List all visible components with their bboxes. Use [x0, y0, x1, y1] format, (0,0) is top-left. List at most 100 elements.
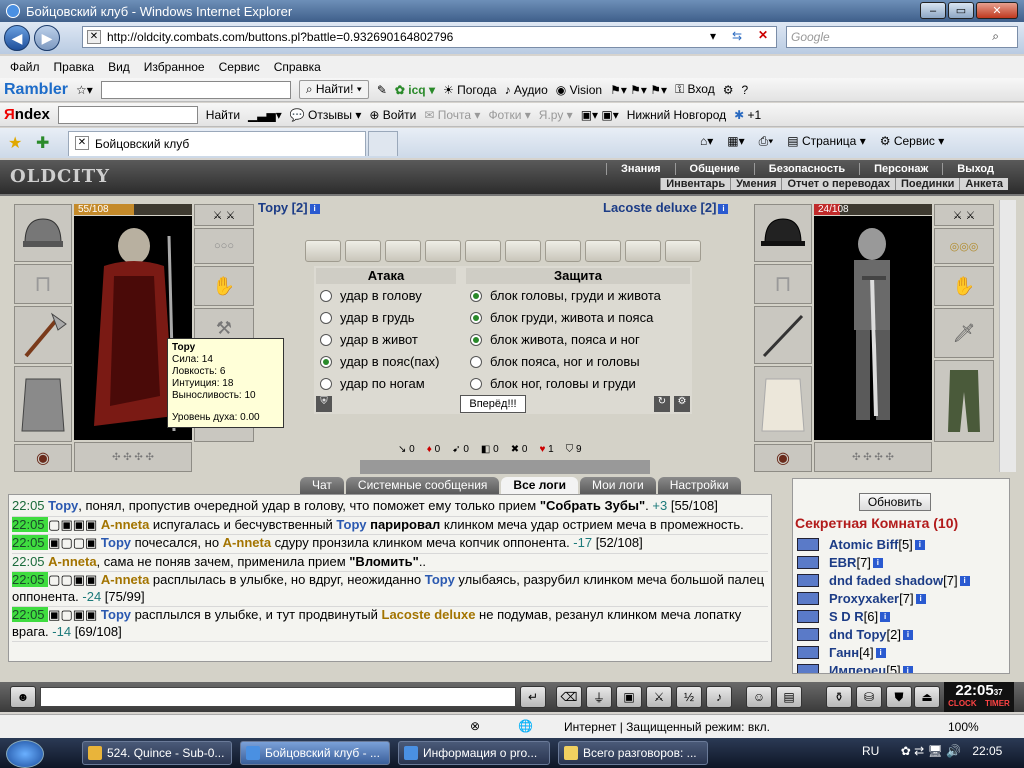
enemy-gloves-slot[interactable]: ✋ [934, 266, 994, 306]
tab-all-logs[interactable]: Все логи [501, 477, 578, 494]
user-status-icon[interactable] [797, 646, 819, 659]
home-icon[interactable]: ⌂▾ [700, 134, 713, 149]
room-user[interactable]: S D R [6] i [797, 609, 891, 624]
enemy-amulet-slot[interactable]: ◎◎◎ [934, 228, 994, 264]
vision-button[interactable]: ◉ Vision [556, 83, 602, 97]
bag-icon[interactable]: ⛁ [856, 686, 882, 708]
privacy-icon[interactable]: ⊗ [470, 719, 480, 733]
login-button[interactable]: ⚿ Вход [675, 82, 715, 97]
photos-button[interactable]: Фотки ▾ [488, 108, 530, 122]
feeds-icon[interactable]: ▦▾ [727, 134, 744, 149]
sound-icon[interactable]: ♪ [706, 686, 732, 708]
favorites-star-icon[interactable]: ★ [8, 133, 22, 153]
nav-security[interactable]: Безопасность [753, 163, 859, 175]
info-icon[interactable]: i [902, 629, 913, 640]
user-status-icon[interactable] [797, 610, 819, 623]
search-icon[interactable]: ⌕ [992, 29, 999, 44]
ring-slots[interactable]: ⚔ ⚔ [194, 204, 254, 226]
new-tab-button[interactable] [368, 131, 398, 156]
info-icon[interactable]: i [872, 557, 883, 568]
back-button[interactable]: ◀ [4, 25, 30, 51]
pencil-icon[interactable]: ✎ [377, 83, 387, 97]
player-link[interactable]: Тору [101, 535, 131, 550]
player-link[interactable]: Тору [48, 498, 78, 513]
player-link[interactable]: Тору [336, 517, 366, 532]
user-name[interactable]: EBR [829, 555, 856, 570]
scroll-slot[interactable] [665, 240, 701, 262]
defense-option-2[interactable]: блок груди, живота и пояса [470, 310, 653, 325]
defense-radio[interactable] [470, 377, 482, 390]
add-favorite-icon[interactable]: ✚ [36, 133, 49, 153]
nav-character[interactable]: Персонаж [859, 163, 942, 175]
attack-option-groin[interactable]: удар в пояс(пах) [320, 354, 439, 369]
left-player-name[interactable]: Тору [2] i [258, 200, 320, 215]
attack-radio[interactable] [320, 355, 332, 368]
tab-fight-club[interactable]: ✕ Бойцовский клуб [68, 131, 366, 156]
clear-icon[interactable]: ⌫ [556, 686, 582, 708]
info-icon[interactable]: i [915, 593, 926, 604]
info-icon[interactable]: i [718, 203, 729, 214]
scroll-slot[interactable] [625, 240, 661, 262]
room-user[interactable]: EBR [7] i [797, 555, 883, 570]
right-quick-slots[interactable]: ✣ ✣ ✣ ✣ [814, 442, 932, 472]
minimize-button[interactable]: – [920, 2, 946, 19]
defense-option-1[interactable]: блок головы, груди и живота [470, 288, 661, 303]
room-user[interactable]: dnd faded shadow [7] i [797, 573, 970, 588]
enemy-pants-slot[interactable] [934, 360, 994, 442]
help-icon[interactable]: ? [741, 83, 748, 97]
talk-icon[interactable]: ☻ [10, 686, 36, 708]
yandex-find-button[interactable]: Найти [206, 108, 240, 122]
nav-exit[interactable]: Выход [942, 163, 1008, 175]
nav-communication[interactable]: Общение [674, 163, 754, 175]
city-label[interactable]: Нижний Новгород [627, 108, 726, 122]
task-item[interactable]: Всего разговоров: ... [558, 741, 708, 765]
menu-help[interactable]: Справка [274, 60, 321, 74]
tab-my-logs[interactable]: Мои логи [579, 477, 656, 494]
refresh-icon[interactable]: ⇆ [732, 29, 742, 43]
forward-button[interactable]: ▶ [34, 25, 60, 51]
close-button[interactable]: ✕ [976, 2, 1018, 19]
menu-file[interactable]: Файл [10, 60, 40, 74]
scroll-slot[interactable] [385, 240, 421, 262]
user-name[interactable]: dnd Тору [829, 627, 887, 642]
enemy-belt-slot[interactable]: ◉ [754, 444, 812, 472]
room-user[interactable]: Atomic Biff [5] i [797, 537, 925, 552]
room-user[interactable]: Ганн [4] i [797, 645, 886, 660]
player-link[interactable]: A-nneta [101, 517, 149, 532]
yandex-logo[interactable]: Яndex [4, 106, 50, 123]
room-user[interactable]: dnd Тору [2] i [797, 627, 913, 642]
amulet-slot[interactable]: ○○○ [194, 228, 254, 264]
enemy-armor-slot[interactable] [754, 366, 812, 442]
yandex-search-input[interactable] [57, 105, 198, 124]
room-user[interactable]: Имперец [5] i [797, 663, 913, 673]
security-zone[interactable]: Интернет | Защищенный режим: вкл. [564, 720, 770, 734]
task-item[interactable]: Информация о pro... [398, 741, 550, 765]
yandex-extra-icons[interactable]: ▣▾ ▣▾ [581, 108, 619, 122]
go-button[interactable]: Вперёд!!! [460, 395, 526, 413]
maximize-button[interactable]: ▭ [948, 2, 974, 19]
user-status-icon[interactable] [797, 574, 819, 587]
user-name[interactable]: dnd faded shadow [829, 573, 943, 588]
service-menu[interactable]: ⚙ Сервис ▾ [880, 134, 945, 149]
send-icon[interactable]: ↵ [520, 686, 546, 708]
exit-icon[interactable]: ⏏ [914, 686, 940, 708]
auto-battle-icon[interactable]: ⚙ [674, 396, 690, 412]
enemy-helmet-slot[interactable] [754, 204, 812, 262]
info-icon[interactable]: i [875, 647, 886, 658]
menu-favorites[interactable]: Избранное [144, 60, 205, 74]
defense-option-5[interactable]: блок ног, головы и груди [470, 376, 636, 391]
info-icon[interactable]: i [959, 575, 970, 586]
defense-option-3[interactable]: блок живота, пояса и ног [470, 332, 640, 347]
nav-skills[interactable]: Умения [730, 178, 781, 190]
player-link[interactable]: Тору [425, 572, 455, 587]
audio-button[interactable]: ♪ Аудио [505, 83, 548, 97]
attack-radio[interactable] [320, 377, 332, 390]
menu-edit[interactable]: Правка [54, 60, 95, 74]
player-link[interactable]: A-nneta [101, 572, 149, 587]
nav-inventory[interactable]: Инвентарь [660, 178, 730, 190]
nav-fights[interactable]: Поединки [895, 178, 959, 190]
translit-icon[interactable]: ▤ [776, 686, 802, 708]
room-user[interactable]: Proxyxaker [7] i [797, 591, 926, 606]
rambler-search-input[interactable] [100, 80, 291, 99]
nav-knowledge[interactable]: Знания [606, 163, 674, 175]
